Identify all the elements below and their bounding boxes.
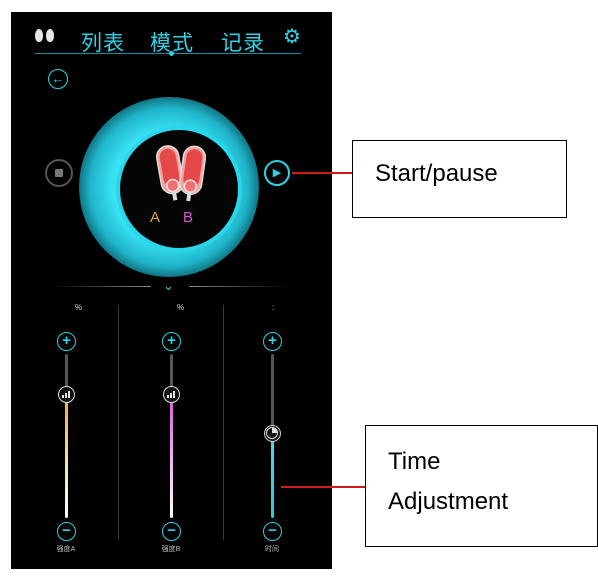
plus-icon: + [62,332,71,349]
time-track [271,354,274,434]
intensity-b-minus-button[interactable]: − [162,522,181,541]
channel-b-label: B [183,209,194,226]
device-disc [120,130,238,248]
divider-left [51,286,151,287]
intensity-b-handle[interactable] [163,386,180,403]
signal-icon [62,391,71,398]
time-unit: : [272,303,275,312]
divider-right [189,286,289,287]
time-minus-button[interactable]: − [263,522,282,541]
stop-button[interactable] [45,159,73,187]
active-tab-indicator [169,51,174,56]
tab-underline [35,53,301,54]
earbuds-icon[interactable] [35,29,54,42]
time-handle[interactable] [264,425,281,442]
time-fill [271,434,274,518]
minus-icon: − [268,522,277,539]
time-adjustment-callout-line [281,486,366,488]
stop-icon [55,169,63,177]
column-divider [223,305,224,540]
intensity-b-plus-button[interactable]: + [162,332,181,351]
column-divider [118,305,119,540]
time-plus-button[interactable]: + [263,332,282,351]
gear-icon[interactable]: ⚙ [283,27,302,47]
signal-icon [167,391,176,398]
intensity-a-minus-button[interactable]: − [57,522,76,541]
time-adjustment-annotation-line1: Time [388,448,441,475]
intensity-a-handle[interactable] [58,386,75,403]
play-icon: ▶ [272,167,282,179]
start-pause-callout-line [292,172,353,174]
minus-icon: − [62,522,71,539]
chevron-down-icon[interactable]: ⌄ [163,278,174,294]
start-pause-annotation-text: Start/pause [375,160,498,187]
intensity-a-plus-button[interactable]: + [57,332,76,351]
minus-icon: − [167,522,176,539]
start-pause-annotation: Start/pause [352,140,567,218]
earbuds-image [155,145,207,202]
back-arrow-icon[interactable]: ← [48,69,68,89]
intensity-b-label: 强度B [161,546,181,553]
intensity-a-unit: % [75,303,83,312]
time-label: 时间 [265,546,279,553]
channel-a-label: A [150,209,161,226]
plus-icon: + [268,332,277,349]
intensity-a-fill [65,394,68,518]
intensity-b-fill [170,394,173,518]
time-adjustment-annotation-line2: Adjustment [388,488,509,515]
intensity-a-label: 强度A [56,546,76,553]
intensity-b-unit: % [177,303,185,312]
play-pause-button[interactable]: ▶ [264,160,290,186]
clock-icon [266,427,278,439]
plus-icon: + [167,332,176,349]
time-adjustment-annotation: Time Adjustment [365,425,598,547]
